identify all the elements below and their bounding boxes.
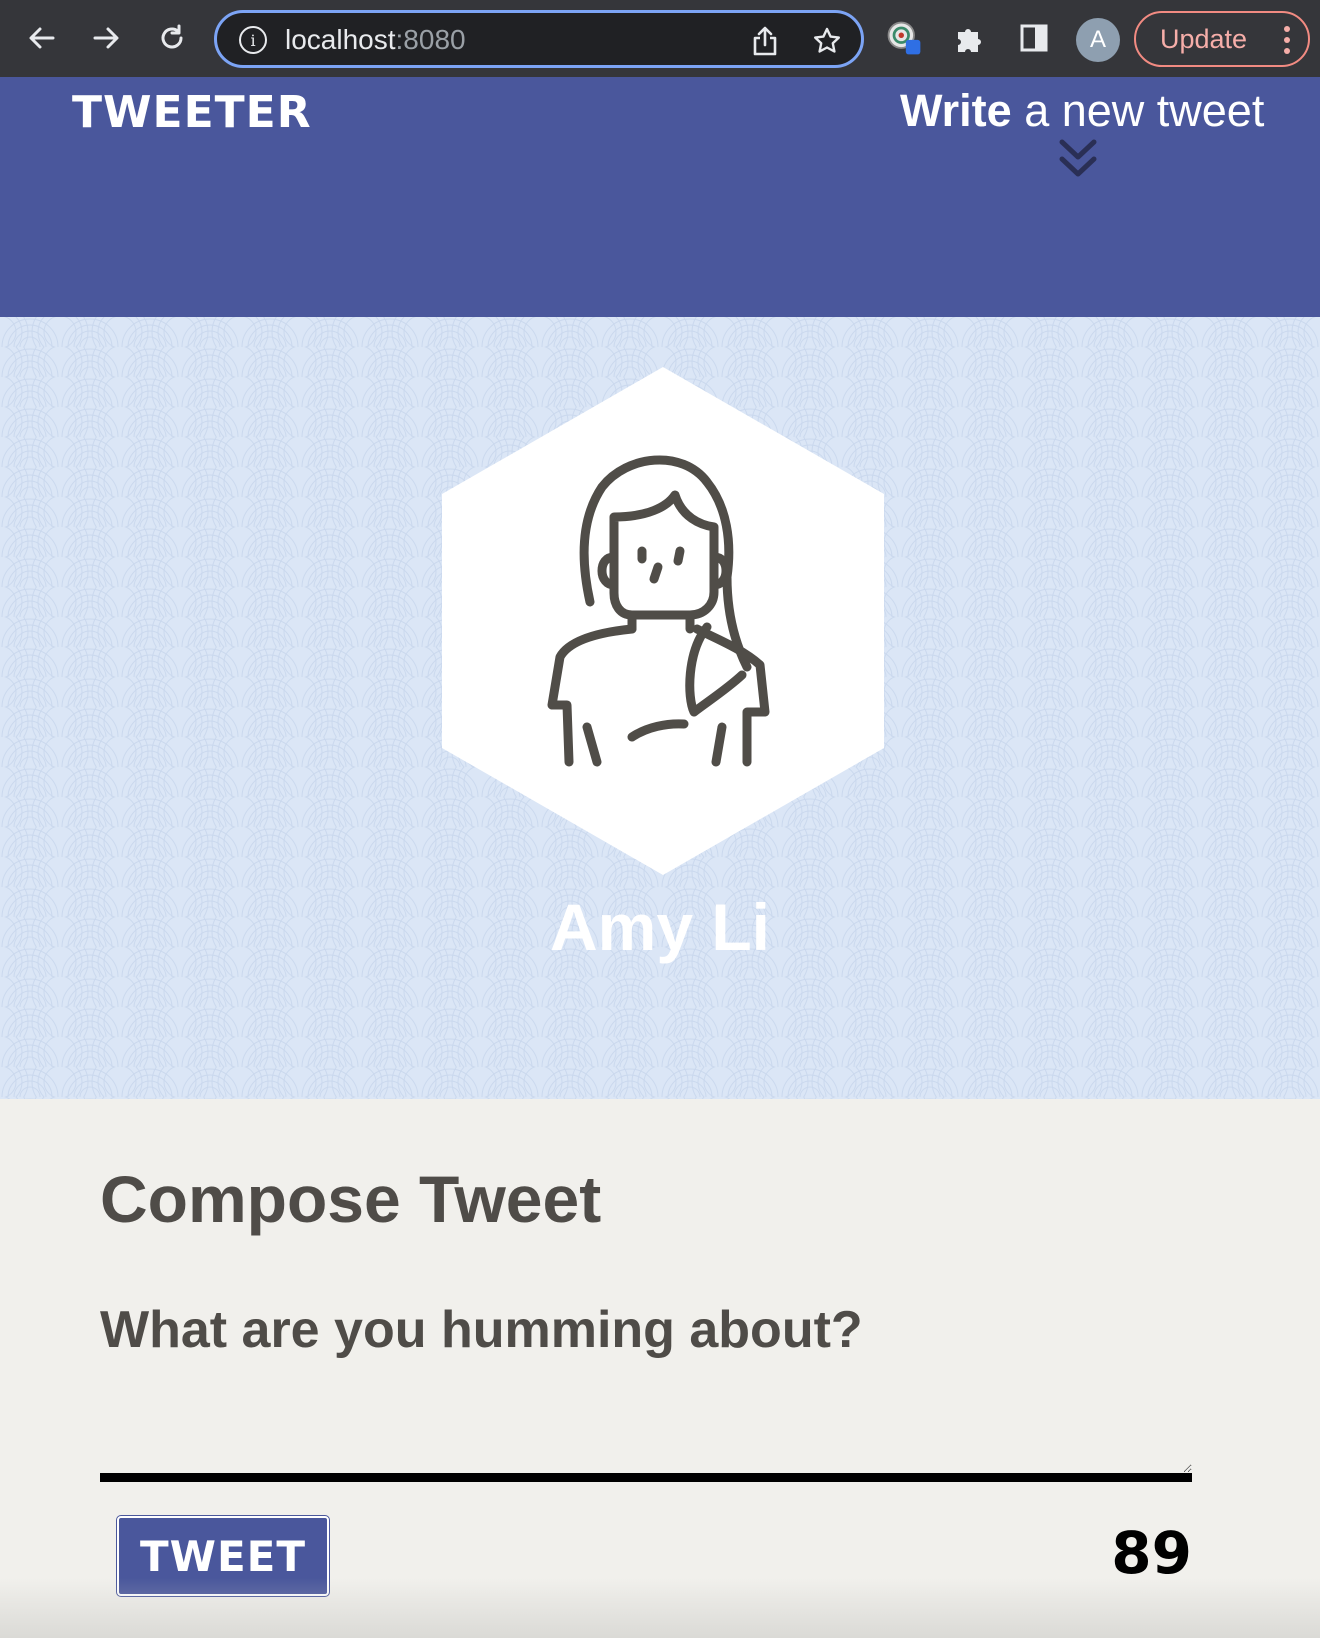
woman-avatar-icon bbox=[442, 367, 884, 875]
compose-title: Compose Tweet bbox=[100, 1162, 602, 1236]
puzzle-icon[interactable] bbox=[950, 18, 990, 58]
profile-header: Amy Li bbox=[0, 317, 1320, 1099]
site-info-icon[interactable]: i bbox=[239, 26, 267, 54]
tweet-textarea[interactable] bbox=[100, 1379, 1192, 1482]
character-counter: 89 bbox=[1111, 1519, 1192, 1587]
compose-prompt-label: What are you humming about? bbox=[100, 1301, 863, 1359]
reload-icon[interactable] bbox=[148, 14, 196, 62]
double-chevron-down-icon[interactable] bbox=[1057, 137, 1099, 181]
forward-icon[interactable] bbox=[82, 14, 130, 62]
address-bar[interactable]: i localhost:8080 bbox=[214, 10, 864, 68]
extension-badge-icon[interactable] bbox=[884, 18, 924, 58]
update-label: Update bbox=[1160, 23, 1248, 54]
share-icon[interactable] bbox=[749, 25, 781, 57]
app-navbar: TWEETER Write a new tweet bbox=[0, 77, 1320, 317]
bookmark-star-icon[interactable] bbox=[811, 25, 843, 57]
compose-section: Compose Tweet What are you humming about… bbox=[0, 1099, 1320, 1638]
brand-logo[interactable]: TWEETER bbox=[72, 83, 312, 143]
profile-avatar[interactable]: A bbox=[1076, 18, 1120, 62]
write-strong-text: Write bbox=[900, 85, 1012, 136]
update-button[interactable]: Update bbox=[1134, 11, 1310, 67]
write-new-tweet-link[interactable]: Write a new tweet bbox=[900, 81, 1264, 141]
tweet-submit-button[interactable]: TWEET bbox=[117, 1516, 329, 1596]
url-host: localhost bbox=[285, 24, 396, 55]
side-panel-icon[interactable] bbox=[1014, 18, 1054, 58]
url-port: :8080 bbox=[395, 24, 466, 55]
url-text[interactable]: localhost:8080 bbox=[285, 23, 466, 57]
more-options-icon[interactable] bbox=[1284, 25, 1290, 55]
write-rest-text: a new tweet bbox=[1011, 85, 1265, 136]
browser-toolbar: i localhost:8080 A Update bbox=[0, 0, 1320, 77]
back-icon[interactable] bbox=[18, 14, 66, 62]
user-name: Amy Li bbox=[549, 890, 771, 964]
